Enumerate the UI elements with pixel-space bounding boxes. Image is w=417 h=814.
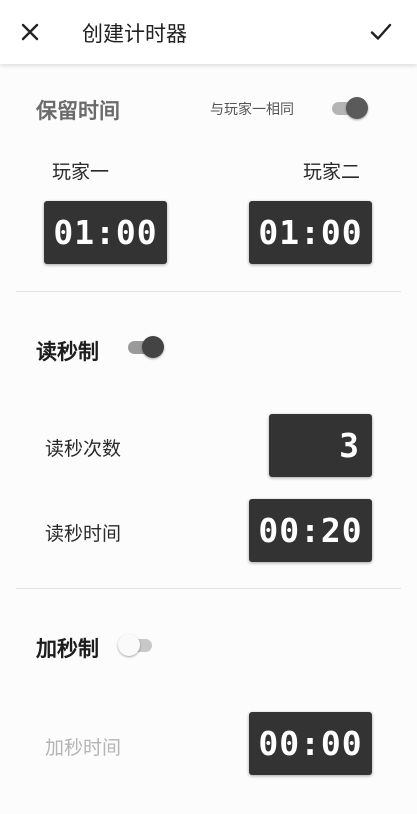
same-as-player1-toggle[interactable] bbox=[330, 96, 370, 120]
app-bar: 创建计时器 bbox=[0, 0, 417, 64]
increment-time-field[interactable]: 00:00 bbox=[249, 712, 372, 775]
byoyomi-title: 读秒制 bbox=[36, 340, 99, 364]
player1-time-field[interactable]: 01:00 bbox=[44, 201, 167, 264]
byoyomi-time-label: 读秒时间 bbox=[45, 523, 122, 545]
divider bbox=[16, 291, 401, 292]
divider bbox=[16, 588, 401, 589]
byoyomi-toggle[interactable] bbox=[126, 335, 166, 359]
page-title: 创建计时器 bbox=[82, 22, 187, 46]
toggle-thumb bbox=[118, 634, 140, 656]
byoyomi-count-field[interactable]: 3 bbox=[269, 414, 372, 477]
settings-content: 保留时间 与玩家一相同 玩家一 玩家二 01:00 01:00 读秒制 读秒次数… bbox=[0, 64, 417, 814]
byoyomi-time-field[interactable]: 00:20 bbox=[249, 499, 372, 562]
player2-label: 玩家二 bbox=[303, 161, 361, 183]
byoyomi-count-label: 读秒次数 bbox=[45, 438, 122, 460]
toggle-thumb bbox=[346, 97, 368, 119]
player1-label: 玩家一 bbox=[52, 161, 110, 183]
increment-title: 加秒制 bbox=[36, 637, 99, 661]
close-icon[interactable] bbox=[18, 20, 42, 44]
increment-toggle[interactable] bbox=[118, 633, 158, 657]
toggle-thumb bbox=[142, 336, 164, 358]
check-icon[interactable] bbox=[368, 19, 394, 45]
reserve-time-title: 保留时间 bbox=[36, 99, 120, 123]
same-as-player1-label: 与玩家一相同 bbox=[210, 102, 294, 118]
increment-time-label: 加秒时间 bbox=[45, 737, 122, 759]
player2-time-field[interactable]: 01:00 bbox=[249, 201, 372, 264]
